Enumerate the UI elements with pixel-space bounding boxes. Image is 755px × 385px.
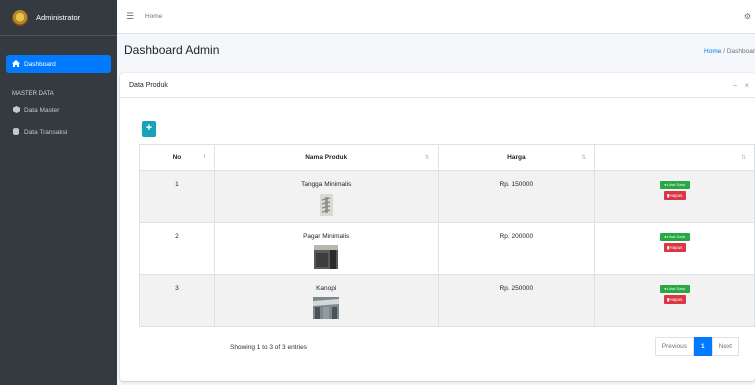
product-name: Kanopi — [316, 285, 337, 292]
pagination-previous[interactable]: Previous — [654, 337, 694, 356]
product-image — [314, 245, 339, 269]
product-name: Pagar Minimalis — [303, 233, 350, 240]
card-title: Data Produk — [129, 81, 168, 89]
sort-icon: ⇅ — [424, 155, 430, 161]
sidebar-nav: Dashboard MASTER DATA Data Master Data T… — [0, 36, 117, 153]
gear-icon[interactable]: ⚙ — [744, 12, 751, 21]
delete-button[interactable]: ▮Hapus — [663, 295, 686, 304]
cell-no: 2 — [139, 222, 215, 275]
cell-actions: ●Lihat Data ▮Hapus — [594, 222, 755, 275]
cell-price: Rp. 150000 — [437, 170, 596, 223]
pagination: Previous 1 Next — [654, 337, 739, 356]
page-title: Dashboard Admin — [124, 43, 220, 57]
sidebar-item-label: Data Master — [24, 106, 60, 114]
column-header-aksi[interactable]: ⇅ — [594, 144, 755, 171]
cell-no: 3 — [139, 274, 215, 327]
cell-actions: ●Lihat Data ▮Hapus — [594, 170, 755, 223]
menu-toggle-icon[interactable]: ☰ — [123, 11, 137, 22]
home-icon — [12, 59, 20, 69]
view-data-button[interactable]: ●Lihat Data — [659, 233, 690, 241]
sidebar-item-label: Dashboard — [24, 60, 56, 68]
data-produk-card: Data Produk − × + No ↑ Nama Produk ⇅ Har… — [120, 73, 755, 381]
sidebar-item-label: Data Transaksi — [24, 128, 68, 136]
brand-text: Administrator — [36, 13, 81, 22]
content-header: Dashboard Admin Home / Dashboar — [117, 34, 755, 70]
cell-actions: ●Lihat Data ▮Hapus — [594, 274, 755, 327]
sidebar-item-dashboard[interactable]: Dashboard — [6, 55, 111, 73]
product-image — [313, 297, 340, 319]
breadcrumb-current: Dashboar — [726, 48, 755, 55]
sidebar-item-data-transaksi[interactable]: Data Transaksi — [6, 123, 111, 141]
navbar-home-link[interactable]: Home — [145, 13, 162, 20]
breadcrumb: Home / Dashboar — [704, 48, 755, 55]
card-tools: − × — [733, 81, 749, 90]
database-icon — [12, 127, 20, 137]
product-image — [319, 194, 333, 216]
sort-asc-icon: ↑ — [202, 154, 206, 160]
product-table: No ↑ Nama Produk ⇅ Harga ⇅ ⇅ 1 Tangga Mi… — [139, 144, 755, 327]
collapse-icon[interactable]: − — [733, 81, 738, 90]
cell-price: Rp. 200000 — [437, 222, 596, 275]
card-header: Data Produk — [120, 73, 755, 98]
cell-price: Rp. 250000 — [437, 274, 596, 327]
delete-button[interactable]: ▮Hapus — [663, 191, 686, 200]
column-header-nama-produk[interactable]: Nama Produk ⇅ — [213, 144, 439, 171]
column-header-no[interactable]: No ↑ — [139, 144, 215, 171]
view-data-button[interactable]: ●Lihat Data — [659, 285, 690, 293]
view-data-button[interactable]: ●Lihat Data — [659, 181, 690, 189]
cell-name: Tangga Minimalis — [213, 170, 439, 223]
top-navbar: ☰ Home ⚙ — [117, 0, 755, 34]
product-name: Tangga Minimalis — [301, 181, 352, 188]
add-product-button[interactable]: + — [142, 121, 156, 137]
breadcrumb-separator: / — [723, 48, 725, 55]
table-row: 1 Tangga Minimalis Rp. 150000 ●Lihat Dat… — [139, 170, 755, 223]
breadcrumb-home[interactable]: Home — [704, 48, 721, 55]
delete-button[interactable]: ▮Hapus — [663, 243, 686, 252]
pagination-next[interactable]: Next — [711, 337, 739, 356]
table-info: Showing 1 to 3 of 3 entries — [230, 344, 307, 351]
cube-icon — [12, 105, 20, 115]
table-header-row: No ↑ Nama Produk ⇅ Harga ⇅ ⇅ — [139, 144, 755, 171]
column-header-harga[interactable]: Harga ⇅ — [437, 144, 596, 171]
brand-link[interactable]: Administrator — [0, 0, 117, 36]
sidebar: Administrator Dashboard MASTER DATA Data… — [0, 0, 117, 385]
cell-name: Pagar Minimalis — [213, 222, 439, 275]
sidebar-section-header: MASTER DATA — [12, 91, 54, 97]
sort-icon: ⇅ — [581, 155, 587, 161]
sort-icon: ⇅ — [740, 155, 746, 161]
close-icon[interactable]: × — [744, 81, 749, 90]
table-row: 3 Kanopi Rp. 250000 ●Lihat Data ▮Hapus — [139, 274, 755, 327]
sidebar-item-data-master[interactable]: Data Master — [6, 101, 111, 119]
table-row: 2 Pagar Minimalis Rp. 200000 ●Lihat Data… — [139, 222, 755, 275]
brand-logo-icon — [12, 9, 28, 26]
cell-no: 1 — [139, 170, 215, 223]
cell-name: Kanopi — [213, 274, 439, 327]
pagination-page-1[interactable]: 1 — [694, 337, 712, 356]
